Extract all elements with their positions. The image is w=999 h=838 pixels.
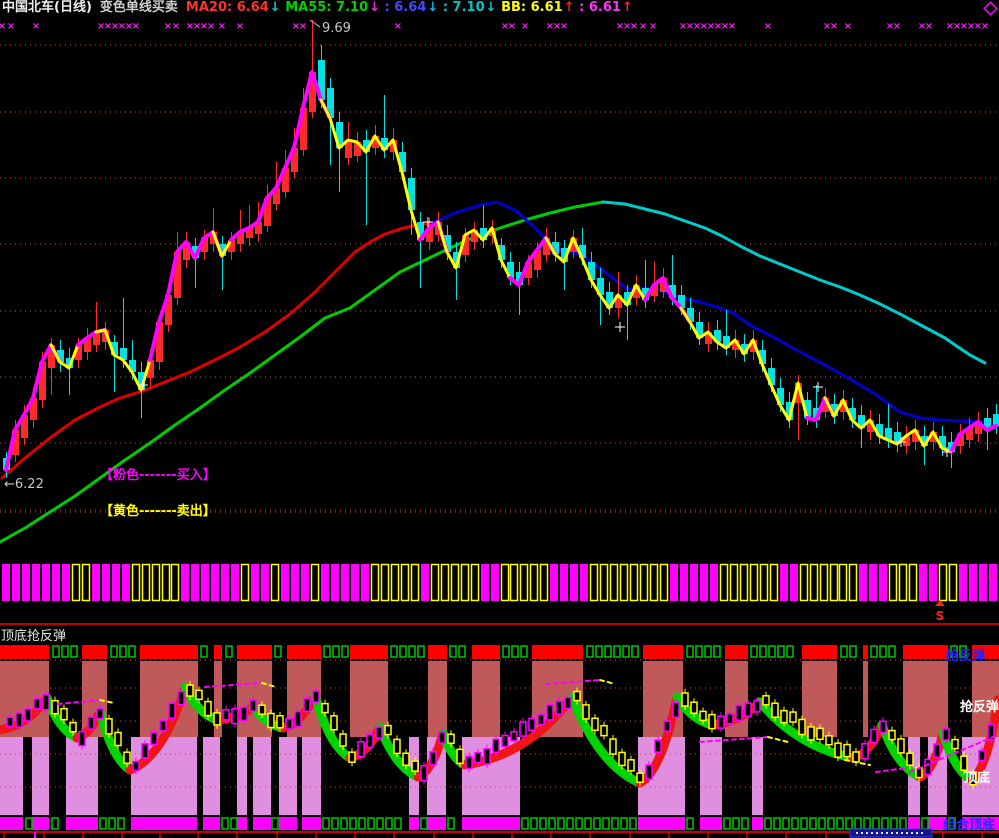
- indicator-reading: : 6.61 ↑: [579, 0, 633, 15]
- panel-label-rebound-blue: 抢反弹: [946, 649, 986, 664]
- svg-text:×: ×: [0, 21, 6, 32]
- svg-text:×: ×: [639, 21, 647, 32]
- panel-label-rebound-white: 抢反弹: [960, 700, 999, 715]
- indicator-reading: : 6.64 ↓: [384, 0, 439, 15]
- ma-red-line: [0, 222, 432, 480]
- svg-text:×: ×: [32, 21, 40, 32]
- svg-text:S: S: [936, 609, 945, 623]
- svg-text:×: ×: [207, 21, 215, 32]
- indicator-reading: BB: 6.61 ↑: [501, 0, 575, 15]
- corner-diamond-icon: [983, 1, 998, 16]
- stock-app-window: 中国北车(日线) 变色单线买卖 MA20: 6.64 ↓ MA55: 7.10 ↓ …: [0, 0, 999, 838]
- signal-strip: S: [2, 563, 999, 623]
- indicator-name: 变色单线买卖: [99, 0, 178, 15]
- indicator-reading: : 7.10 ↓: [442, 0, 497, 15]
- indicator-readings: MA20: 6.64 ↓ MA55: 7.10 ↓ : 6.64 ↓ : 7.10 ↓ …: [185, 0, 633, 15]
- svg-text:×: ×: [172, 21, 180, 32]
- high-pointer-line: [309, 19, 321, 28]
- chart-canvas[interactable]: × × × ×××××× × × ×××× × × ×× × ×× × ××× ××× × × ×××××××× ×…: [0, 0, 999, 838]
- price-line: [4, 70, 998, 472]
- svg-text:×: ×: [218, 21, 226, 32]
- indicator-reading: MA55: 7.10 ↓: [285, 0, 381, 15]
- panel-label-topbottom: 顶底: [964, 771, 991, 786]
- svg-text:×: ×: [728, 21, 736, 32]
- svg-text:×: ×: [560, 21, 568, 32]
- bottom-blue-box: [849, 828, 933, 838]
- svg-text:×: ×: [236, 21, 244, 32]
- panel-label-combo-topbottom: 组合顶底: [943, 818, 996, 833]
- ma-green-line: [0, 200, 605, 544]
- svg-text:×: ×: [844, 21, 852, 32]
- svg-text:×: ×: [981, 21, 989, 32]
- svg-text:×: ×: [925, 21, 933, 32]
- svg-text:×: ×: [521, 21, 529, 32]
- low-price-annotation: ←6.22: [4, 477, 44, 492]
- svg-text:×: ×: [630, 21, 638, 32]
- svg-text:×: ×: [830, 21, 838, 32]
- svg-text:×: ×: [299, 21, 307, 32]
- svg-text:×: ×: [394, 21, 402, 32]
- ma-blue-line: [428, 200, 999, 428]
- legend-buy-label: 【粉色-------买入】: [100, 468, 216, 483]
- high-price-annotation: 9.69: [322, 21, 351, 36]
- indicator-reading: MA20: 6.64 ↓: [185, 0, 281, 15]
- panel-bands: [0, 645, 999, 830]
- svg-text:×: ×: [132, 21, 140, 32]
- sell-x-markers: × × × ×××××× × × ×××× × × ×× × ×× × ××× ××× × × ×××××××× ×…: [0, 21, 989, 32]
- svg-text:×: ×: [764, 21, 772, 32]
- svg-text:×: ×: [649, 21, 657, 32]
- svg-text:×: ×: [508, 21, 516, 32]
- legend-sell-label: 【黄色-------卖出】: [100, 504, 216, 519]
- svg-text:×: ×: [7, 21, 15, 32]
- stock-title: 中国北车(日线): [2, 0, 92, 15]
- panel-indicator-title: 顶底抢反弹: [1, 629, 67, 644]
- candlesticks: [3, 20, 999, 478]
- time-axis: [0, 831, 999, 838]
- svg-text:×: ×: [893, 21, 901, 32]
- title-bar: 中国北车(日线) 变色单线买卖 MA20: 6.64 ↓ MA55: 7.10 ↓ …: [2, 0, 633, 15]
